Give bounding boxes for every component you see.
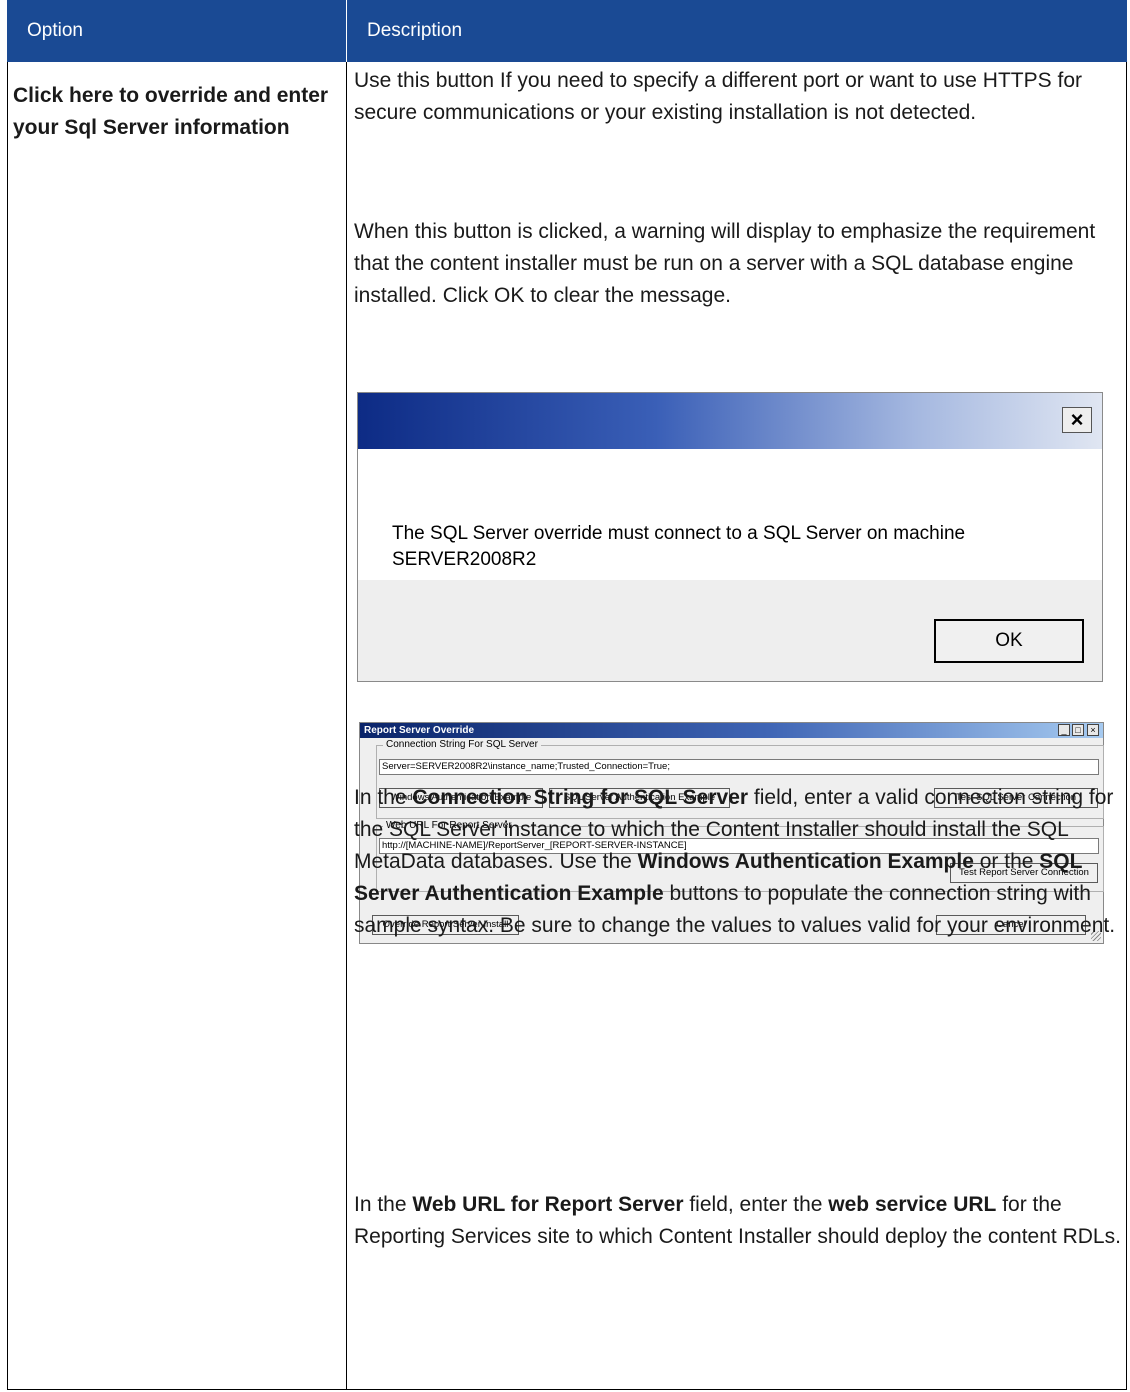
p4-bold-web-service-url: web service URL [828, 1193, 997, 1216]
p4-bold-web-url: Web URL for Report Server [412, 1193, 684, 1216]
p3-bold-windows-auth: Windows Authentication Example [637, 850, 974, 873]
option-title: Click here to override and enter your Sq… [13, 84, 329, 139]
ok-button[interactable]: OK [934, 619, 1084, 663]
description-paragraph-2: When this button is clicked, a warning w… [354, 220, 1096, 307]
description-paragraph-3: In the Connection String for SQL Server … [354, 782, 1124, 942]
p4-text: field, enter the [683, 1193, 829, 1216]
header-description: Description [367, 20, 463, 41]
connection-string-input[interactable]: Server=SERVER2008R2\instance_name;Truste… [379, 759, 1099, 775]
window-title: Report Server Override [364, 725, 475, 736]
dialog-title-bar: × [358, 393, 1102, 449]
option-cell [7, 62, 347, 1390]
warning-dialog: × The SQL Server override must connect t… [357, 392, 1103, 682]
minimize-icon[interactable]: _ [1058, 724, 1070, 736]
maximize-icon[interactable]: □ [1072, 724, 1084, 736]
p3-text: In the [354, 786, 413, 809]
connection-string-label: Connection String For SQL Server [383, 739, 541, 751]
close-icon[interactable]: × [1087, 724, 1099, 736]
description-paragraph-4: In the Web URL for Report Server field, … [354, 1189, 1124, 1253]
p3-bold-connection-string: Connection String for SQL Server [412, 786, 749, 809]
window-title-bar: Report Server Override _ □ × [360, 723, 1103, 738]
description-paragraph-1: Use this button If you need to specify a… [354, 69, 1082, 124]
p4-text: In the [354, 1193, 413, 1216]
dialog-footer: OK [358, 580, 1102, 681]
table-header: Option Description [7, 0, 1127, 62]
options-table: Option Description [7, 0, 1127, 1390]
header-option: Option [27, 20, 83, 41]
dialog-message: The SQL Server override must connect to … [392, 523, 966, 570]
p3-text: or the [973, 850, 1040, 873]
close-icon[interactable]: × [1062, 407, 1092, 433]
